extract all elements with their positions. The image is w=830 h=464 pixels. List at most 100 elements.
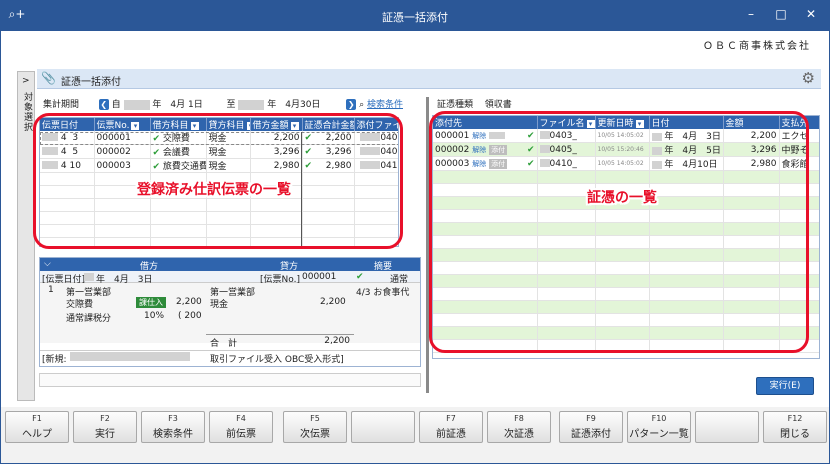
tab-evidence-type[interactable]: 証憑種類 [437,100,473,110]
to-label: 至 [226,100,236,110]
tab-receipt[interactable]: 領収書 [485,100,512,110]
search-conditions-link[interactable]: 検索条件 [367,100,403,110]
check-icon: ✔ [152,162,161,172]
check-icon: ✔ [152,148,161,158]
f3-search-button[interactable]: F3 検索条件 [141,411,205,443]
check-icon: ✔ [304,132,313,143]
col-header[interactable]: ファイル名 ▾ [537,116,596,129]
f8-next-evidence-button[interactable]: F8 次証憑 [487,411,551,443]
check-icon: ✔ [304,146,313,157]
col-header[interactable]: 伝票日付 [40,118,95,131]
detail-footer: [新規: 取引ファイル受入 OBC受入形式] [40,350,420,365]
panel-title: 証憑一括添付 [61,77,121,88]
paperclip-icon: 📎 [41,71,56,85]
horizontal-scrollbar[interactable] [39,373,421,387]
col-header[interactable]: 添付先 [433,116,538,129]
period-bar: 集計期間 ❮ 自 年 4月 1日 至 年 4月30日 ❯ ⌕ 検索条件 [43,97,423,111]
table-row[interactable]: 000003 解除 添付 ✔ 0410_ 10/05 14:05:02 年 4月1… [433,156,819,171]
f5-next-voucher-button[interactable]: F5 次伝票 [283,411,347,443]
masked-year [42,161,58,169]
target-selection-tab[interactable]: > 対象選択 [17,71,35,401]
masked-year [42,147,58,155]
pane-splitter[interactable] [426,97,429,393]
maximize-icon[interactable]: □ [771,7,791,21]
annotation-right-text: 証憑の一覧 [587,190,657,206]
table-row[interactable]: 4 10 000003 ✔ 旅費交通費 現金 2,980 ✔ 2,980 041 [40,158,398,173]
title-bar: ⌕+ 証憑一括添付 – □ ✕ [1,1,829,31]
expand-arrow-icon: > [22,76,30,86]
company-name: ＯＢＣ商事株式会社 [703,41,811,52]
col-header[interactable]: 貸方科目▾ [206,118,251,131]
right-tabs: 証憑種類 領収書 [437,97,512,110]
to-year-masked [238,99,265,110]
f4-prev-voucher-button[interactable]: F4 前伝票 [209,411,273,443]
to-date[interactable]: 年 4月30日 [267,100,320,110]
minimize-icon[interactable]: – [741,7,761,21]
table-row[interactable]: 4 3 000001 ✔ 交際費 現金 2,200 ✔ 2,200 040 [40,131,398,145]
credit-account: 現金 [210,300,229,310]
unlink-button[interactable]: 解除 [472,145,486,155]
from-year-masked [123,99,150,110]
check-icon: ✔ [356,272,364,282]
execute-button[interactable]: 実行(E) [756,377,814,395]
f10-pattern-list-button[interactable]: F10 パターン一覧 [627,411,691,443]
voucher-detail: ⌵ 借方 貸方 摘要 [伝票日付] 年 4月 3日 [伝票No.] 000001… [39,257,421,367]
col-header[interactable]: 借方科目 ▾ [150,118,207,131]
col-header[interactable]: 添付ファイル [354,118,398,131]
dropdown-icon: ▾ [290,121,299,130]
masked-year [42,133,58,141]
from-date[interactable]: 年 4月 1日 [152,100,202,110]
f7-prev-evidence-button[interactable]: F7 前証憑 [419,411,483,443]
f2-execute-button[interactable]: F2 実行 [73,411,137,443]
annotation-left-text: 登録済み仕訳伝票の一覧 [137,182,291,198]
table-row[interactable]: 000002 解除 添付 ✔ 0405_ 10/05 15:20:46 年 4月 … [433,142,819,157]
next-period-button[interactable]: ❯ [346,99,357,110]
col-header[interactable]: 証憑合計金額 [302,118,355,131]
dropdown-icon: ▾ [586,119,594,128]
detail-header: ⌵ 借方 貸方 摘要 [40,258,420,272]
col-header[interactable]: 更新日時 ▾ [595,116,650,129]
search-icon[interactable]: ⌕ [359,100,364,110]
col-header[interactable]: 日付 [649,116,724,129]
evidence-grid-header: 添付先 ファイル名 ▾ 更新日時 ▾ 日付 金額 支払先 [433,116,819,129]
sidebar-label: 対象選択 [22,92,32,132]
f6-empty-button [351,411,415,443]
from-label: 自 [111,100,121,110]
f9-attach-button[interactable]: F9 証憑添付 [559,411,623,443]
table-row[interactable]: 4 5 000002 ✔ 会議費 現金 3,296 ✔ 3,296 040 [40,144,398,159]
unlink-button[interactable]: 解除 [472,131,486,141]
memo-text: 4/3 お食事代 [356,288,410,298]
dropdown-icon: ▾ [246,121,249,130]
check-icon: ✔ [526,158,535,169]
table-row[interactable]: 000001 解除 ✔ 0403_ 10/05 14:05:02 年 4月 3日… [433,129,819,143]
detail-total: 合 計 2,200 [206,334,354,349]
check-icon: ✔ [526,130,535,141]
dropdown-icon: ▾ [131,121,140,130]
voucher-grid-header: 伝票日付 伝票No.▾ 借方科目▾ 貸方科目▾ 借方金額▾ 証憑合計金額 添付フ… [40,118,398,131]
function-key-bar: F1 ヘルプ F2 実行 F3 検索条件 F4 前伝票 F5 次伝票 F7 前証憑 F8 次証… [1,407,829,463]
evidence-grid: 添付先 ファイル名 ▾ 更新日時 ▾ 日付 金額 支払先 000001 解除 ✔ 0… [432,115,820,359]
collapse-icon[interactable]: ⌵ [44,259,51,269]
check-icon: ✔ [304,160,313,171]
check-icon: ✔ [526,144,535,155]
col-header[interactable]: 借方金額 ▾ [250,118,303,131]
f11-empty-button [695,411,759,443]
gear-icon[interactable]: ⚙ [802,69,815,87]
attach-tag: 添付 [489,144,508,155]
prev-period-button[interactable]: ❮ [98,99,109,110]
col-header[interactable]: 伝票No. ▾ [94,118,151,131]
column-divider [301,132,302,246]
detail-voucher-no: 000001 [302,272,337,282]
check-icon: ✔ [152,134,161,144]
attach-tag: 添付 [489,158,508,169]
col-header[interactable]: 金額 [723,116,780,129]
unlink-button[interactable]: 解除 [472,159,486,169]
panel-header: 📎 証憑一括添付 ⚙ [37,69,821,89]
f1-help-button[interactable]: F1 ヘルプ [5,411,69,443]
close-icon[interactable]: ✕ [801,7,821,21]
col-header[interactable]: 支払先 [779,116,819,129]
debit-account: 交際費 [66,300,94,310]
tax-badge: 課仕入 [136,297,166,308]
window-title: 証憑一括添付 [382,11,448,24]
f12-close-button[interactable]: F12 閉じる [763,411,827,443]
